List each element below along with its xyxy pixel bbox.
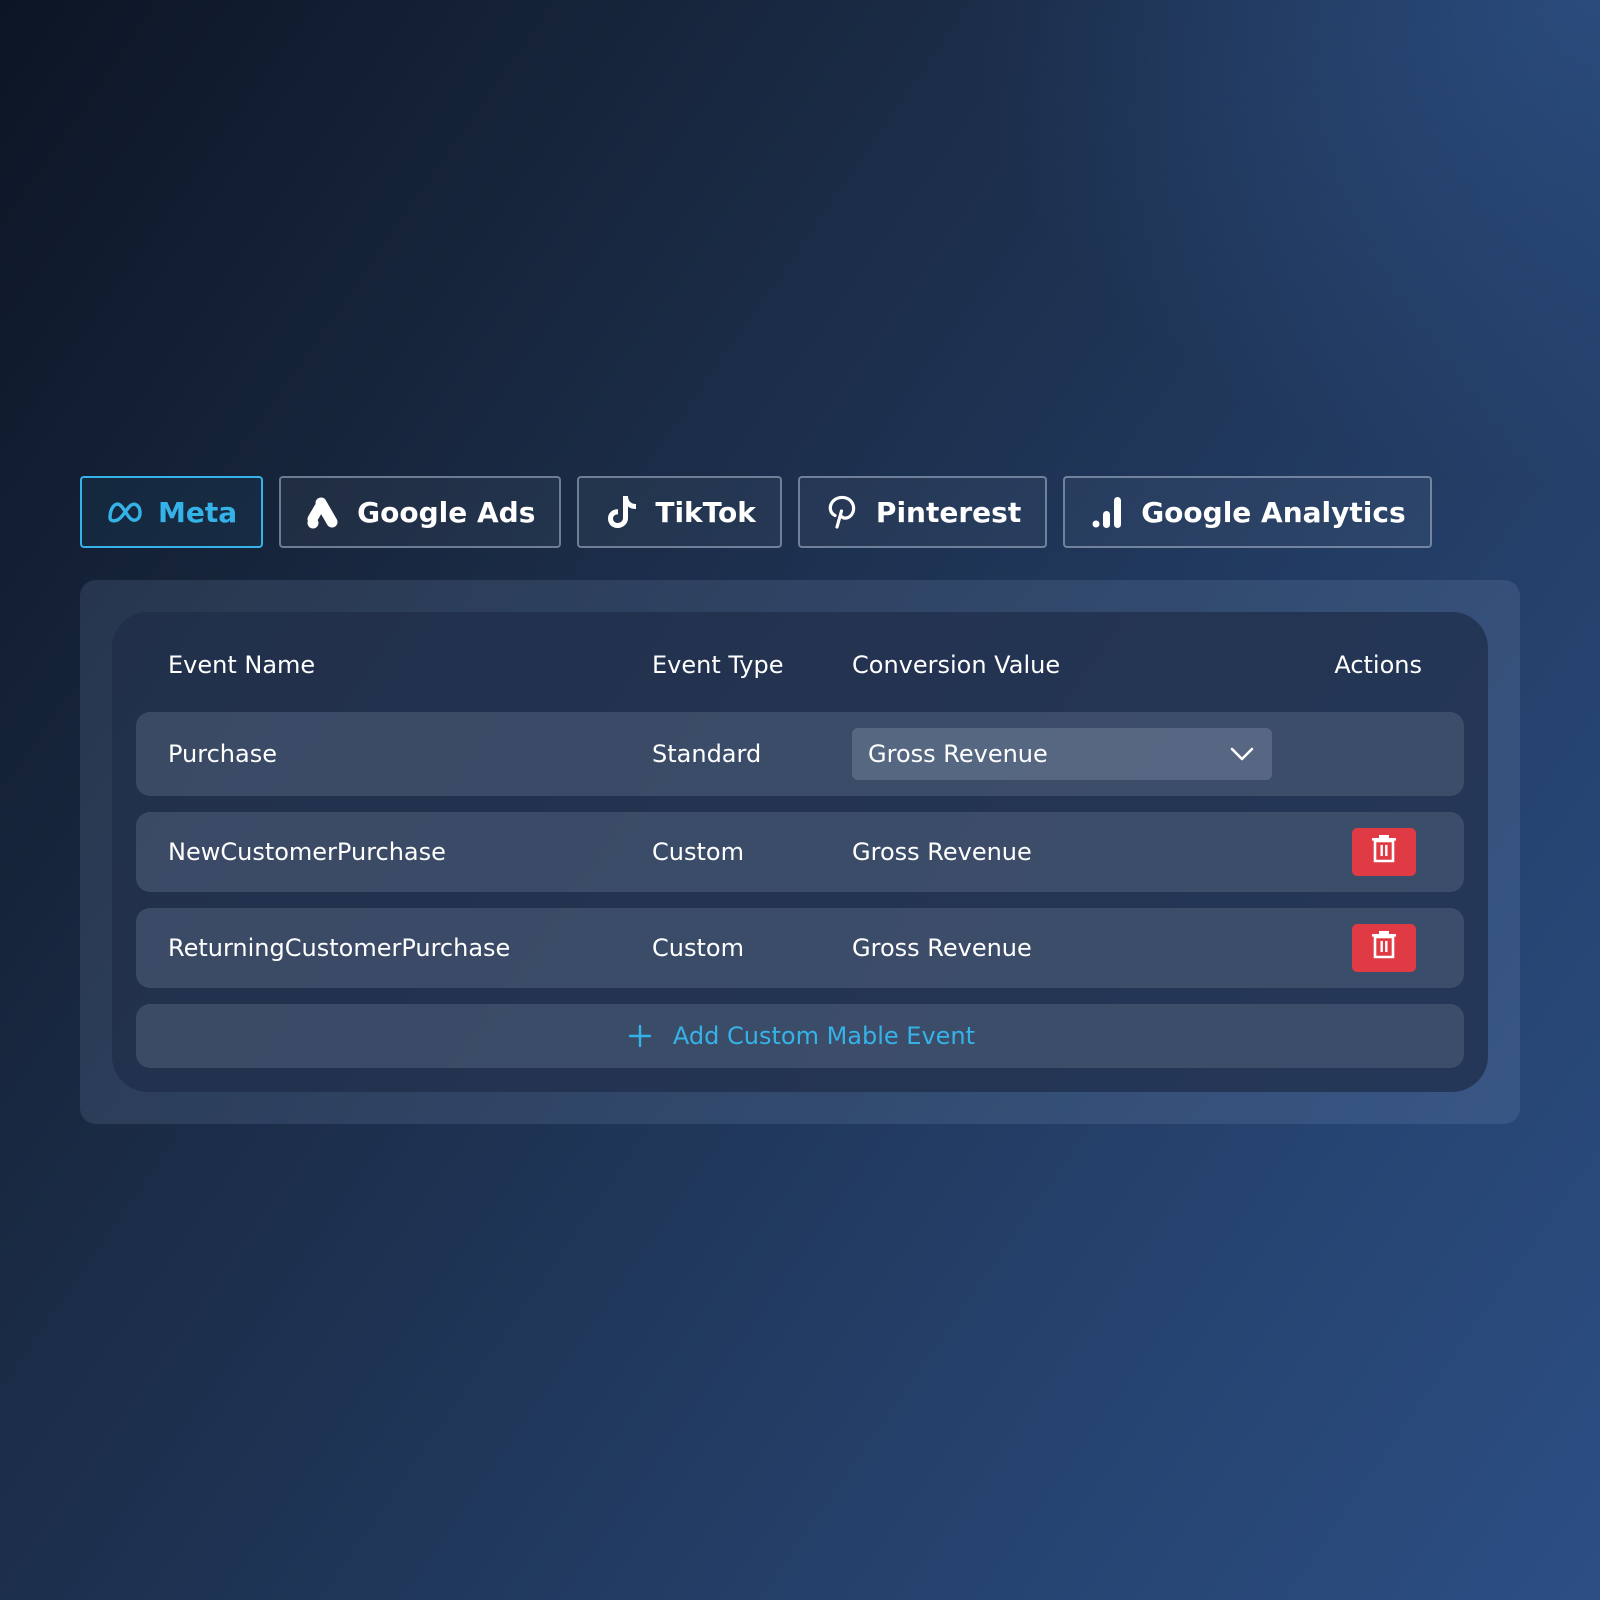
header-actions: Actions <box>1334 651 1422 679</box>
trash-icon <box>1370 834 1398 870</box>
event-name-cell: ReturningCustomerPurchase <box>168 934 511 962</box>
tab-label: Google Analytics <box>1141 495 1406 529</box>
google-ads-icon <box>305 493 343 531</box>
events-panel: Event Name Event Type Conversion Value A… <box>80 580 1520 1124</box>
meta-icon <box>106 493 144 531</box>
chevron-down-icon <box>1228 740 1256 768</box>
add-custom-event-content: Add Custom Mable Event <box>136 1004 1464 1068</box>
pinterest-icon <box>824 493 862 531</box>
header-conversion-value: Conversion Value <box>852 651 1061 679</box>
table-row: NewCustomerPurchase Custom Gross Revenue <box>136 812 1464 892</box>
tab-google-ads[interactable]: Google Ads <box>279 476 562 548</box>
select-value: Gross Revenue <box>868 740 1048 768</box>
conversion-value-select[interactable]: Gross Revenue <box>852 728 1272 780</box>
table-row: Purchase Standard Gross Revenue <box>136 712 1464 796</box>
tab-label: Meta <box>158 495 238 529</box>
header-event-type: Event Type <box>652 651 784 679</box>
tab-label: Pinterest <box>875 495 1022 529</box>
add-custom-event-label: Add Custom Mable Event <box>672 1022 976 1050</box>
plus-icon <box>625 1021 655 1051</box>
add-custom-event-button[interactable]: Add Custom Mable Event <box>136 1004 1464 1068</box>
tab-tiktok[interactable]: TikTok <box>577 476 782 548</box>
table-row: ReturningCustomerPurchase Custom Gross R… <box>136 908 1464 988</box>
event-type-cell: Standard <box>652 740 762 768</box>
delete-button[interactable] <box>1352 828 1416 876</box>
event-type-cell: Custom <box>652 934 744 962</box>
platform-tabs: Meta Google Ads TikTok Pinterest Google … <box>80 476 1432 548</box>
tab-label: TikTok <box>655 495 756 529</box>
events-table: Event Name Event Type Conversion Value A… <box>112 612 1488 1092</box>
google-analytics-icon <box>1089 493 1127 531</box>
tiktok-icon <box>603 493 641 531</box>
delete-button[interactable] <box>1352 924 1416 972</box>
conversion-value-cell: Gross Revenue <box>852 838 1032 866</box>
event-type-cell: Custom <box>652 838 744 866</box>
event-name-cell: Purchase <box>168 740 277 768</box>
table-header: Event Name Event Type Conversion Value A… <box>112 640 1488 690</box>
event-name-cell: NewCustomerPurchase <box>168 838 446 866</box>
trash-icon <box>1370 930 1398 966</box>
conversion-value-cell: Gross Revenue <box>852 934 1032 962</box>
tab-pinterest[interactable]: Pinterest <box>797 476 1048 548</box>
tab-google-analytics[interactable]: Google Analytics <box>1063 476 1432 548</box>
tab-meta[interactable]: Meta <box>80 476 264 548</box>
header-event-name: Event Name <box>168 651 316 679</box>
tab-label: Google Ads <box>357 495 536 529</box>
